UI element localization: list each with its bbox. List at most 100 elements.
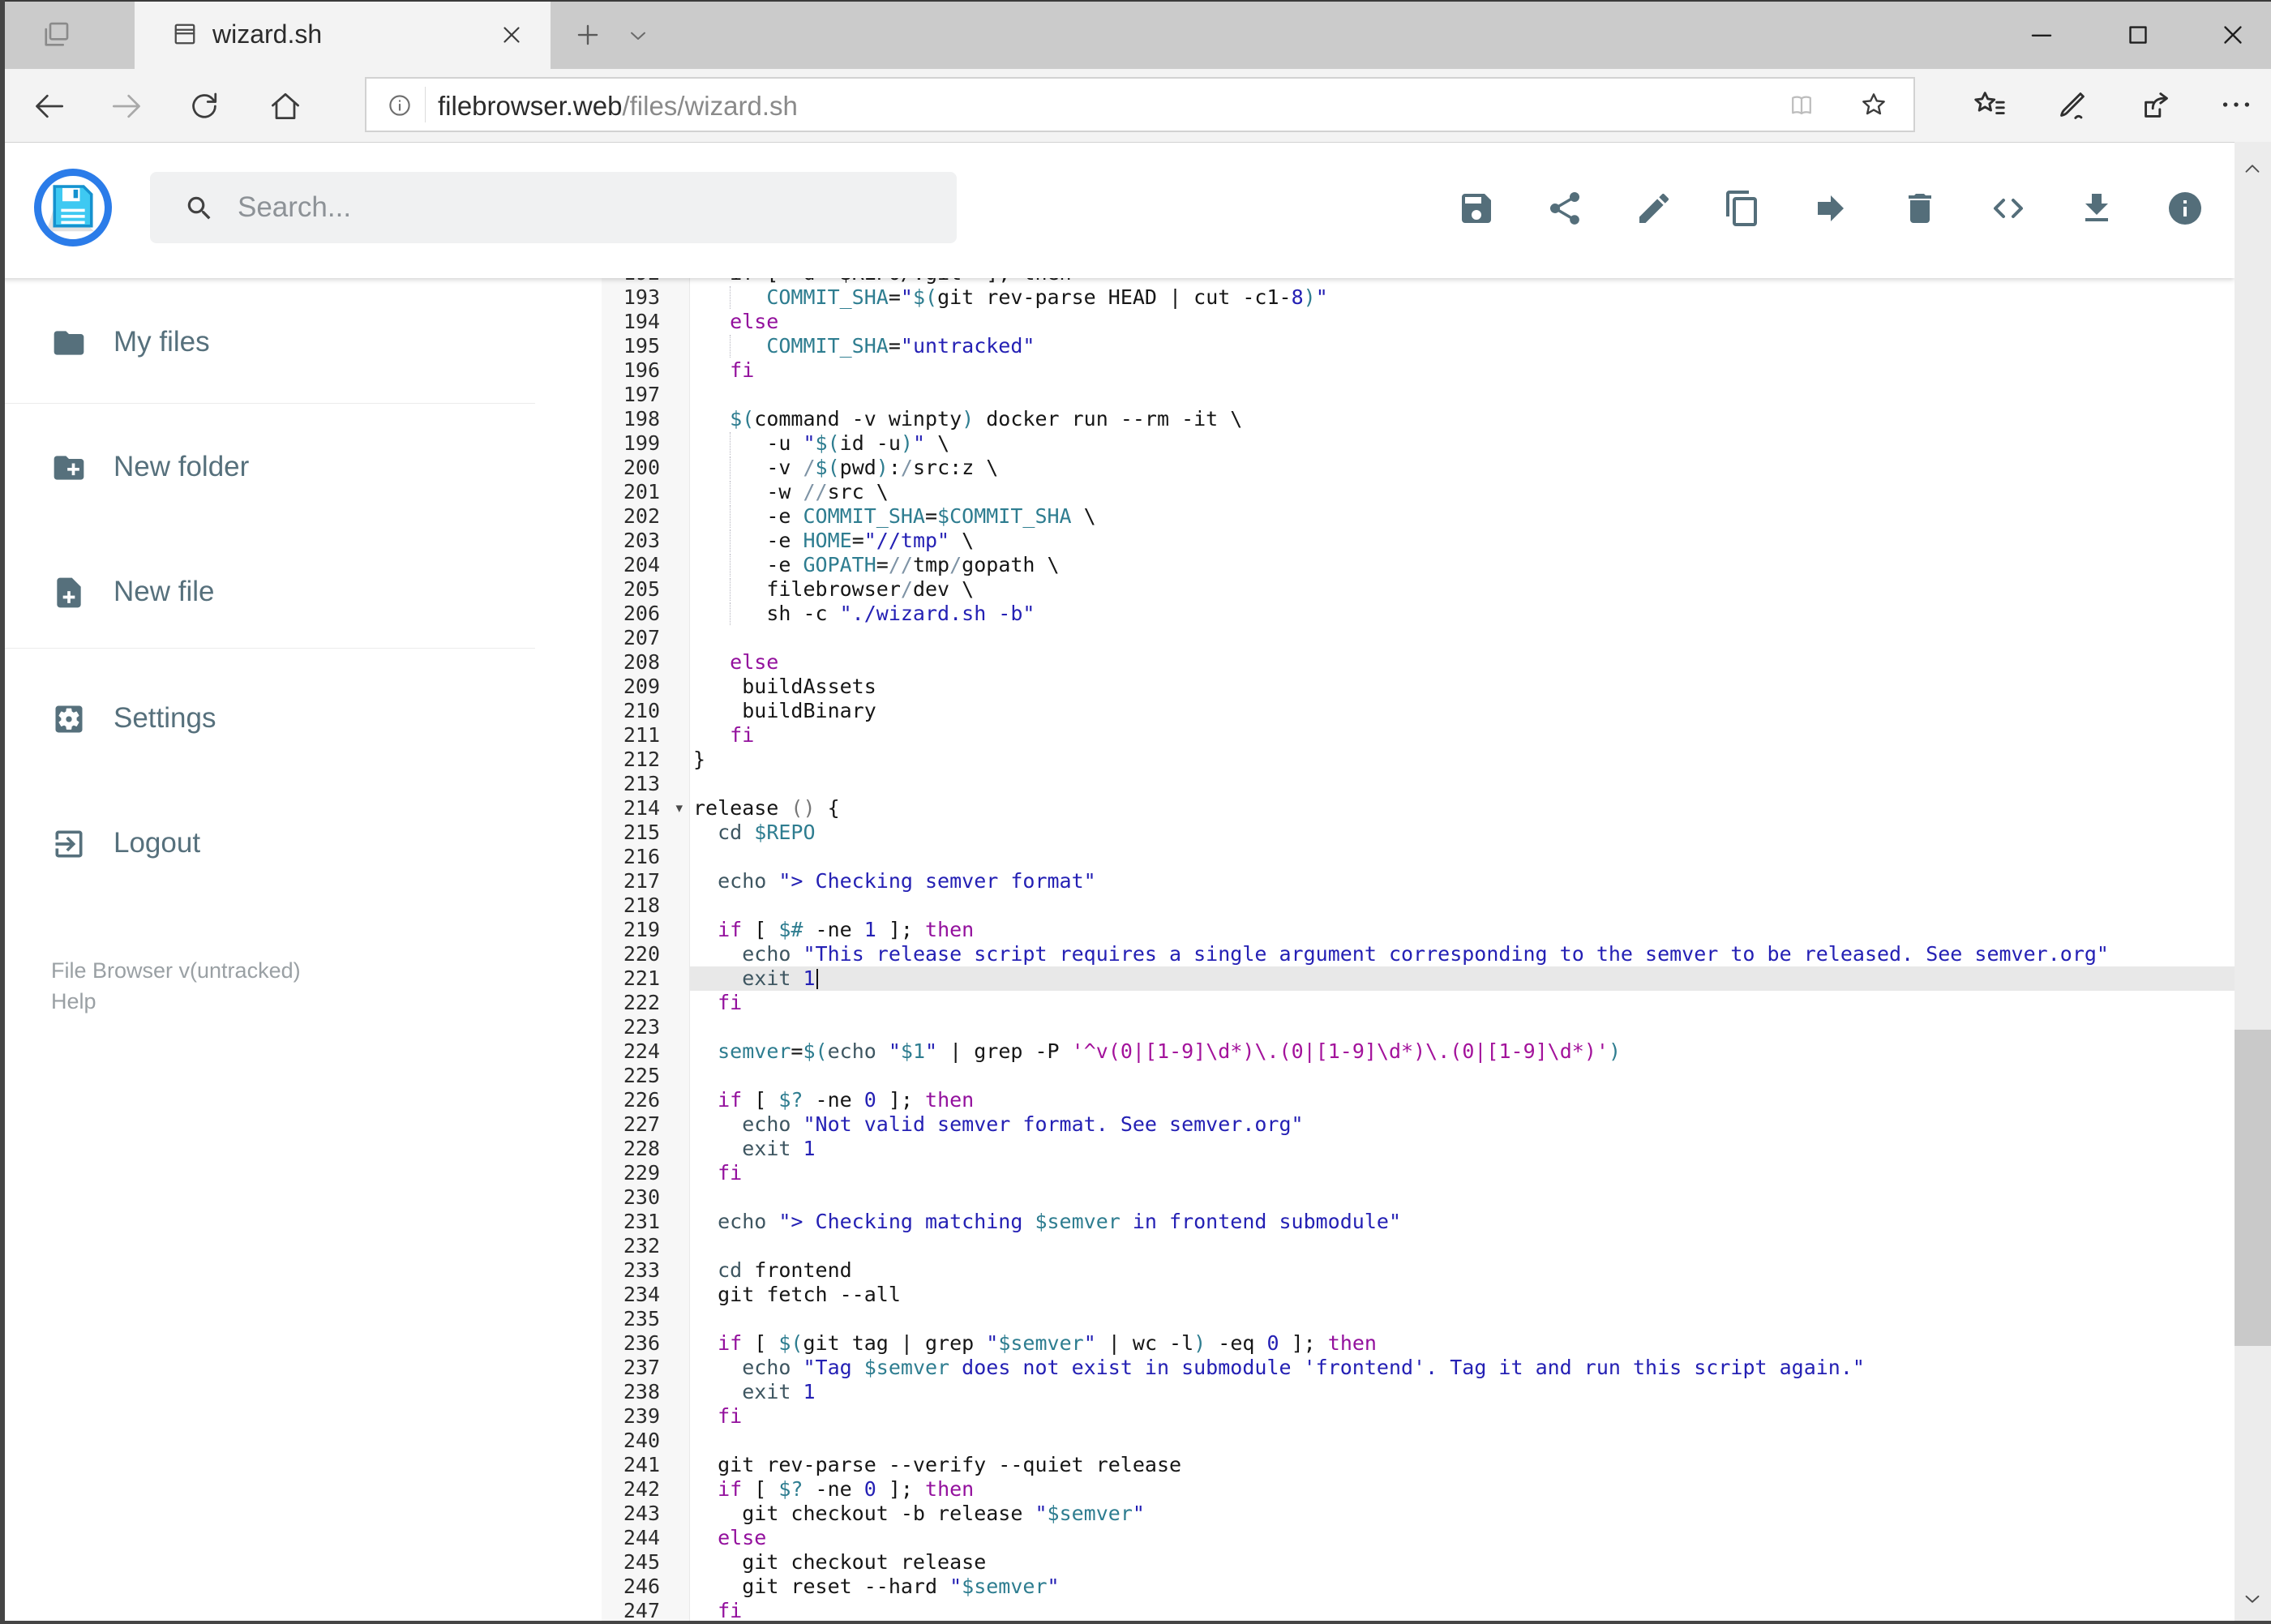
code-line[interactable]: 227 echo "Not valid semver format. See s… [602,1112,2235,1137]
code-line[interactable]: 196 fi [602,358,2235,383]
code-line[interactable]: 242 if [ $? -ne 0 ]; then [602,1477,2235,1502]
code-line[interactable]: 218 [602,893,2235,918]
code-line[interactable]: 235 [602,1307,2235,1331]
code-line[interactable]: 225 [602,1064,2235,1088]
code-line[interactable]: 204 -e GOPATH=//tmp/gopath \ [602,553,2235,577]
code-line[interactable]: 207 [602,626,2235,650]
code-line[interactable]: 212} [602,748,2235,772]
scroll-up-icon[interactable] [2240,156,2265,181]
sidebar-item-settings[interactable]: Settings [0,683,535,756]
window-close-button[interactable] [2217,19,2248,50]
code-line[interactable]: 238 exit 1 [602,1380,2235,1404]
code-line[interactable]: 200 -v /$(pwd):/src:z \ [602,456,2235,480]
filebrowser-logo[interactable] [34,169,112,246]
code-line[interactable]: 234 git fetch --all [602,1283,2235,1307]
code-content: echo "Tag $semver does not exist in subm… [690,1356,2235,1380]
back-button[interactable] [32,88,68,124]
sidebar-item-new-folder[interactable]: New folder [0,431,535,504]
copy-button[interactable] [1723,189,1762,228]
site-info-icon[interactable] [386,92,413,119]
code-line[interactable]: 232 [602,1234,2235,1258]
code-line[interactable]: 215 cd $REPO [602,821,2235,845]
search-box[interactable]: Search... [150,172,957,243]
fold-marker-icon[interactable]: ▾ [675,796,683,821]
code-line[interactable]: 220 echo "This release script requires a… [602,942,2235,966]
tab-preview-icon[interactable] [39,18,73,52]
help-link[interactable]: Help [51,989,96,1014]
sidebar-item-my-files[interactable]: My files [0,306,535,379]
info-button[interactable] [2166,189,2205,228]
code-line[interactable]: 228 exit 1 [602,1137,2235,1161]
annotate-pen-icon[interactable] [2054,86,2091,123]
code-line[interactable]: 240 [602,1429,2235,1453]
code-line[interactable]: 201 -w //src \ [602,480,2235,504]
download-button[interactable] [2077,189,2116,228]
code-line[interactable]: 213 [602,772,2235,796]
code-line[interactable]: 221 exit 1 [602,966,2235,991]
share-page-icon[interactable] [2138,86,2175,123]
code-line[interactable]: 230 [602,1185,2235,1210]
share-button[interactable] [1545,189,1584,228]
code-line[interactable]: 244 else [602,1526,2235,1550]
address-bar[interactable]: filebrowser.web/files/wizard.sh [365,77,1915,132]
code-line[interactable]: 205 filebrowser/dev \ [602,577,2235,602]
reading-view-icon[interactable] [1787,91,1816,120]
code-line[interactable]: 245 git checkout release [602,1550,2235,1575]
forward-button[interactable] [108,88,144,124]
save-button[interactable] [1457,189,1496,228]
favorite-star-icon[interactable] [1858,89,1889,120]
code-line[interactable]: 243 git checkout -b release "$semver" [602,1502,2235,1526]
tab-close-icon[interactable] [498,21,525,49]
code-line[interactable]: 219 if [ $# -ne 1 ]; then [602,918,2235,942]
code-line[interactable]: 214 ▾ release () { [602,796,2235,821]
code-line[interactable]: 224 semver=$(echo "$1" | grep -P '^v(0|[… [602,1039,2235,1064]
delete-button[interactable] [1900,189,1939,228]
code-line[interactable]: 209 buildAssets [602,675,2235,699]
browser-tab[interactable]: wizard.sh [135,0,551,69]
home-button[interactable] [268,88,303,124]
code-line[interactable]: 233 cd frontend [602,1258,2235,1283]
code-line[interactable]: 246 git reset --hard "$semver" [602,1575,2235,1599]
code-line[interactable]: 193 COMMIT_SHA="$(git rev-parse HEAD | c… [602,285,2235,310]
move-button[interactable] [1811,189,1850,228]
code-line[interactable]: 222 fi [602,991,2235,1015]
code-line[interactable]: 197 [602,383,2235,407]
code-line[interactable]: 195 COMMIT_SHA="untracked" [602,334,2235,358]
code-line[interactable]: 198 $(command -v winpty) docker run --rm… [602,407,2235,431]
edit-button[interactable] [1635,189,1673,228]
url-text[interactable]: filebrowser.web/files/wizard.sh [438,91,798,122]
code-line[interactable]: 206 sh -c "./wizard.sh -b" [602,602,2235,626]
hub-favorites-icon[interactable] [1971,86,2008,123]
scrollbar-thumb[interactable] [2235,1030,2271,1346]
page-scrollbar[interactable] [2235,142,2271,1624]
sidebar-item-logout[interactable]: Logout [0,808,535,881]
code-line[interactable]: 194 else [602,310,2235,334]
code-button[interactable] [1989,189,2028,228]
refresh-button[interactable] [186,88,222,124]
code-line[interactable]: 223 [602,1015,2235,1039]
sidebar-item-new-file[interactable]: New file [0,556,535,629]
code-line[interactable]: 217 echo "> Checking semver format" [602,869,2235,893]
code-line[interactable]: 247 fi [602,1599,2235,1623]
code-line[interactable]: 203 -e HOME="//tmp" \ [602,529,2235,553]
code-editor[interactable]: 192 if [ -d "$REPO/.git" ]; then193 COMM… [602,261,2235,1624]
code-line[interactable]: 208 else [602,650,2235,675]
new-tab-button[interactable] [572,19,603,50]
scroll-down-icon[interactable] [2240,1587,2265,1611]
more-menu-icon[interactable] [2217,86,2255,123]
code-line[interactable]: 226 if [ $? -ne 0 ]; then [602,1088,2235,1112]
tab-list-chevron-icon[interactable] [623,23,653,49]
code-line[interactable]: 199 -u "$(id -u)" \ [602,431,2235,456]
code-line[interactable]: 211 fi [602,723,2235,748]
code-line[interactable]: 241 git rev-parse --verify --quiet relea… [602,1453,2235,1477]
code-line[interactable]: 236 if [ $(git tag | grep "$semver" | wc… [602,1331,2235,1356]
window-minimize-button[interactable] [2026,19,2057,50]
code-line[interactable]: 239 fi [602,1404,2235,1429]
code-line[interactable]: 202 -e COMMIT_SHA=$COMMIT_SHA \ [602,504,2235,529]
code-line[interactable]: 237 echo "Tag $semver does not exist in … [602,1356,2235,1380]
code-line[interactable]: 229 fi [602,1161,2235,1185]
code-line[interactable]: 231 echo "> Checking matching $semver in… [602,1210,2235,1234]
code-line[interactable]: 210 buildBinary [602,699,2235,723]
window-maximize-button[interactable] [2123,19,2153,50]
code-line[interactable]: 216 [602,845,2235,869]
